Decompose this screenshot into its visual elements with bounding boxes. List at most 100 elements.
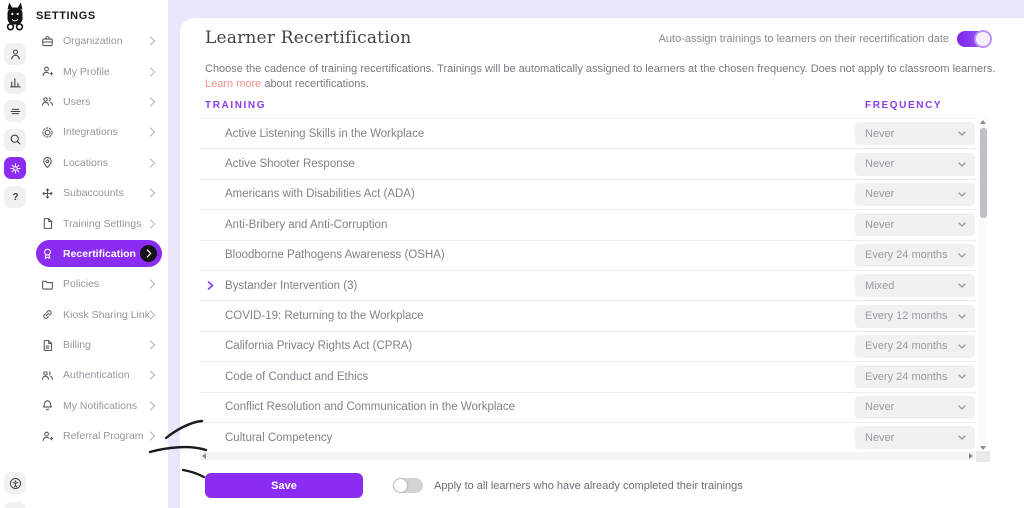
sidebar-item-my-profile[interactable]: My Profile [36,56,162,86]
sidebar-item-subaccounts[interactable]: Subaccounts [36,178,162,208]
sidebar-item-label: Training Settings [63,217,142,230]
training-name: Bloodborne Pathogens Awareness (OSHA) [225,249,445,262]
training-row: Anti-Bribery and Anti-Corruption Never [200,210,977,241]
accessibility-icon[interactable] [4,472,26,494]
sidebar-item-icon [41,278,54,291]
user-icon[interactable] [4,43,26,65]
chevron-down-icon [958,161,966,167]
frequency-value: Never [865,431,895,444]
chevron-right-icon [140,245,157,263]
frequency-select[interactable]: Never [855,182,975,206]
frequency-select[interactable]: Never [855,213,975,237]
save-button[interactable]: Save [205,473,363,498]
reports-icon[interactable] [4,71,26,94]
frequency-select[interactable]: Every 24 months [855,365,975,389]
learn-more-link[interactable]: Learn more [205,78,261,90]
auto-assign-label: Auto-assign trainings to learners on the… [658,33,949,45]
horizontal-scrollbar[interactable] [200,452,975,460]
scroll-left-arrow-icon[interactable] [202,453,206,459]
auto-assign-toggle[interactable] [957,30,992,48]
chevron-right-icon [149,218,156,229]
sidebar-item-authentication[interactable]: Authentication [36,360,162,390]
sidebar-item-label: My Notifications [63,399,138,412]
page-description: Choose the cadence of training recertifi… [205,62,997,92]
sidebar-item-users[interactable]: Users [36,87,162,117]
sidebar-item-my-notifications[interactable]: My Notifications [36,391,162,421]
vertical-scrollbar[interactable] [979,118,987,452]
apply-to-all-label: Apply to all learners who have already c… [434,479,743,492]
training-row: Conflict Resolution and Communication in… [200,393,977,423]
sidebar-item-label: Integrations [63,126,118,139]
scroll-up-arrow-icon[interactable] [980,120,986,124]
training-row: Code of Conduct and Ethics Every 24 mont… [200,362,977,393]
sidebar-item-organization[interactable]: Organization [36,26,162,56]
scroll-right-arrow-icon[interactable] [969,453,973,459]
chevron-right-icon [149,340,156,350]
training-row: Active Shooter Response Never [200,149,977,180]
sidebar-item-label: Recertification [63,247,136,260]
chevron-right-icon [149,370,156,381]
training-row: Bystander Intervention (3) Mixed [200,271,977,302]
training-name: Cultural Competency [225,431,333,444]
sidebar-item-training-settings[interactable]: Training Settings [36,208,162,238]
chevron-right-icon [149,97,156,107]
search-icon[interactable] [4,128,26,151]
frequency-value: Never [865,218,895,231]
chevron-right-icon [149,279,156,289]
frequency-select[interactable]: Every 12 months [855,304,975,328]
apply-toggle-row: Apply to all learners who have already c… [393,478,743,493]
sidebar-item-icon [41,65,54,78]
apply-to-all-toggle[interactable] [393,478,423,493]
content-icon[interactable] [4,100,26,122]
chevron-right-icon [149,36,156,46]
frequency-value: Mixed [865,279,895,292]
chevron-right-icon [149,158,156,168]
frequency-select[interactable]: Never [855,122,975,146]
sidebar-item-label: Policies [63,278,100,291]
frequency-value: Never [865,158,895,171]
settings-sidebar: SETTINGS Organization My Profile Users I… [30,0,168,508]
frequency-select[interactable]: Never [855,152,975,176]
sidebar-item-kiosk-sharing-link[interactable]: Kiosk Sharing Link [36,300,162,330]
chevron-down-icon [958,313,966,319]
llama-logo-icon[interactable] [3,2,27,32]
sidebar-item-icon [41,399,54,412]
training-name: Americans with Disabilities Act (ADA) [225,188,415,201]
sidebar-item-label: Subaccounts [63,187,124,200]
description-text-after: about recertifications. [261,78,369,90]
sidebar-item-policies[interactable]: Policies [36,269,162,299]
expand-chevron-icon[interactable] [206,281,215,290]
chevron-down-icon [958,344,966,349]
training-row: California Privacy Rights Act (CPRA) Eve… [200,332,977,363]
frequency-select[interactable]: Never [855,426,975,450]
frequency-select[interactable]: Every 24 months [855,334,975,358]
frequency-select[interactable]: Never [855,395,975,419]
sidebar-item-integrations[interactable]: Integrations [36,117,162,147]
training-name: Anti-Bribery and Anti-Corruption [225,218,388,231]
training-name: Active Listening Skills in the Workplace [225,127,425,140]
sidebar-item-billing[interactable]: Billing [36,330,162,360]
sidebar-item-locations[interactable]: Locations [36,148,162,178]
sidebar-item-icon [41,156,54,169]
training-name: Bystander Intervention (3) [225,279,358,292]
sidebar-item-icon [41,247,54,260]
chevron-down-icon [958,283,966,288]
vertical-scrollbar-thumb[interactable] [979,128,987,218]
gear-icon[interactable] [4,157,26,179]
rail-button-partial[interactable] [4,502,26,508]
frequency-select[interactable]: Mixed [855,274,975,298]
sidebar-item-recertification[interactable]: Recertification [36,240,162,268]
scrollbar-corner [976,451,990,462]
sidebar-title: SETTINGS [36,10,96,22]
svg-text:?: ? [12,192,18,203]
sidebar-item-icon [41,369,54,382]
app-icon-rail: ? [0,0,30,508]
chevron-right-icon [149,188,156,198]
settings-page: ? SETTINGS Organization My Profile Users [0,0,1024,508]
sidebar-item-label: Users [63,95,91,108]
sidebar-nav-list: Organization My Profile Users Integratio… [36,26,162,451]
help-icon[interactable]: ? [4,185,26,208]
sidebar-item-referral-program[interactable]: Referral Program [36,421,162,451]
scroll-down-arrow-icon[interactable] [980,446,986,450]
frequency-select[interactable]: Every 24 months [855,243,975,267]
